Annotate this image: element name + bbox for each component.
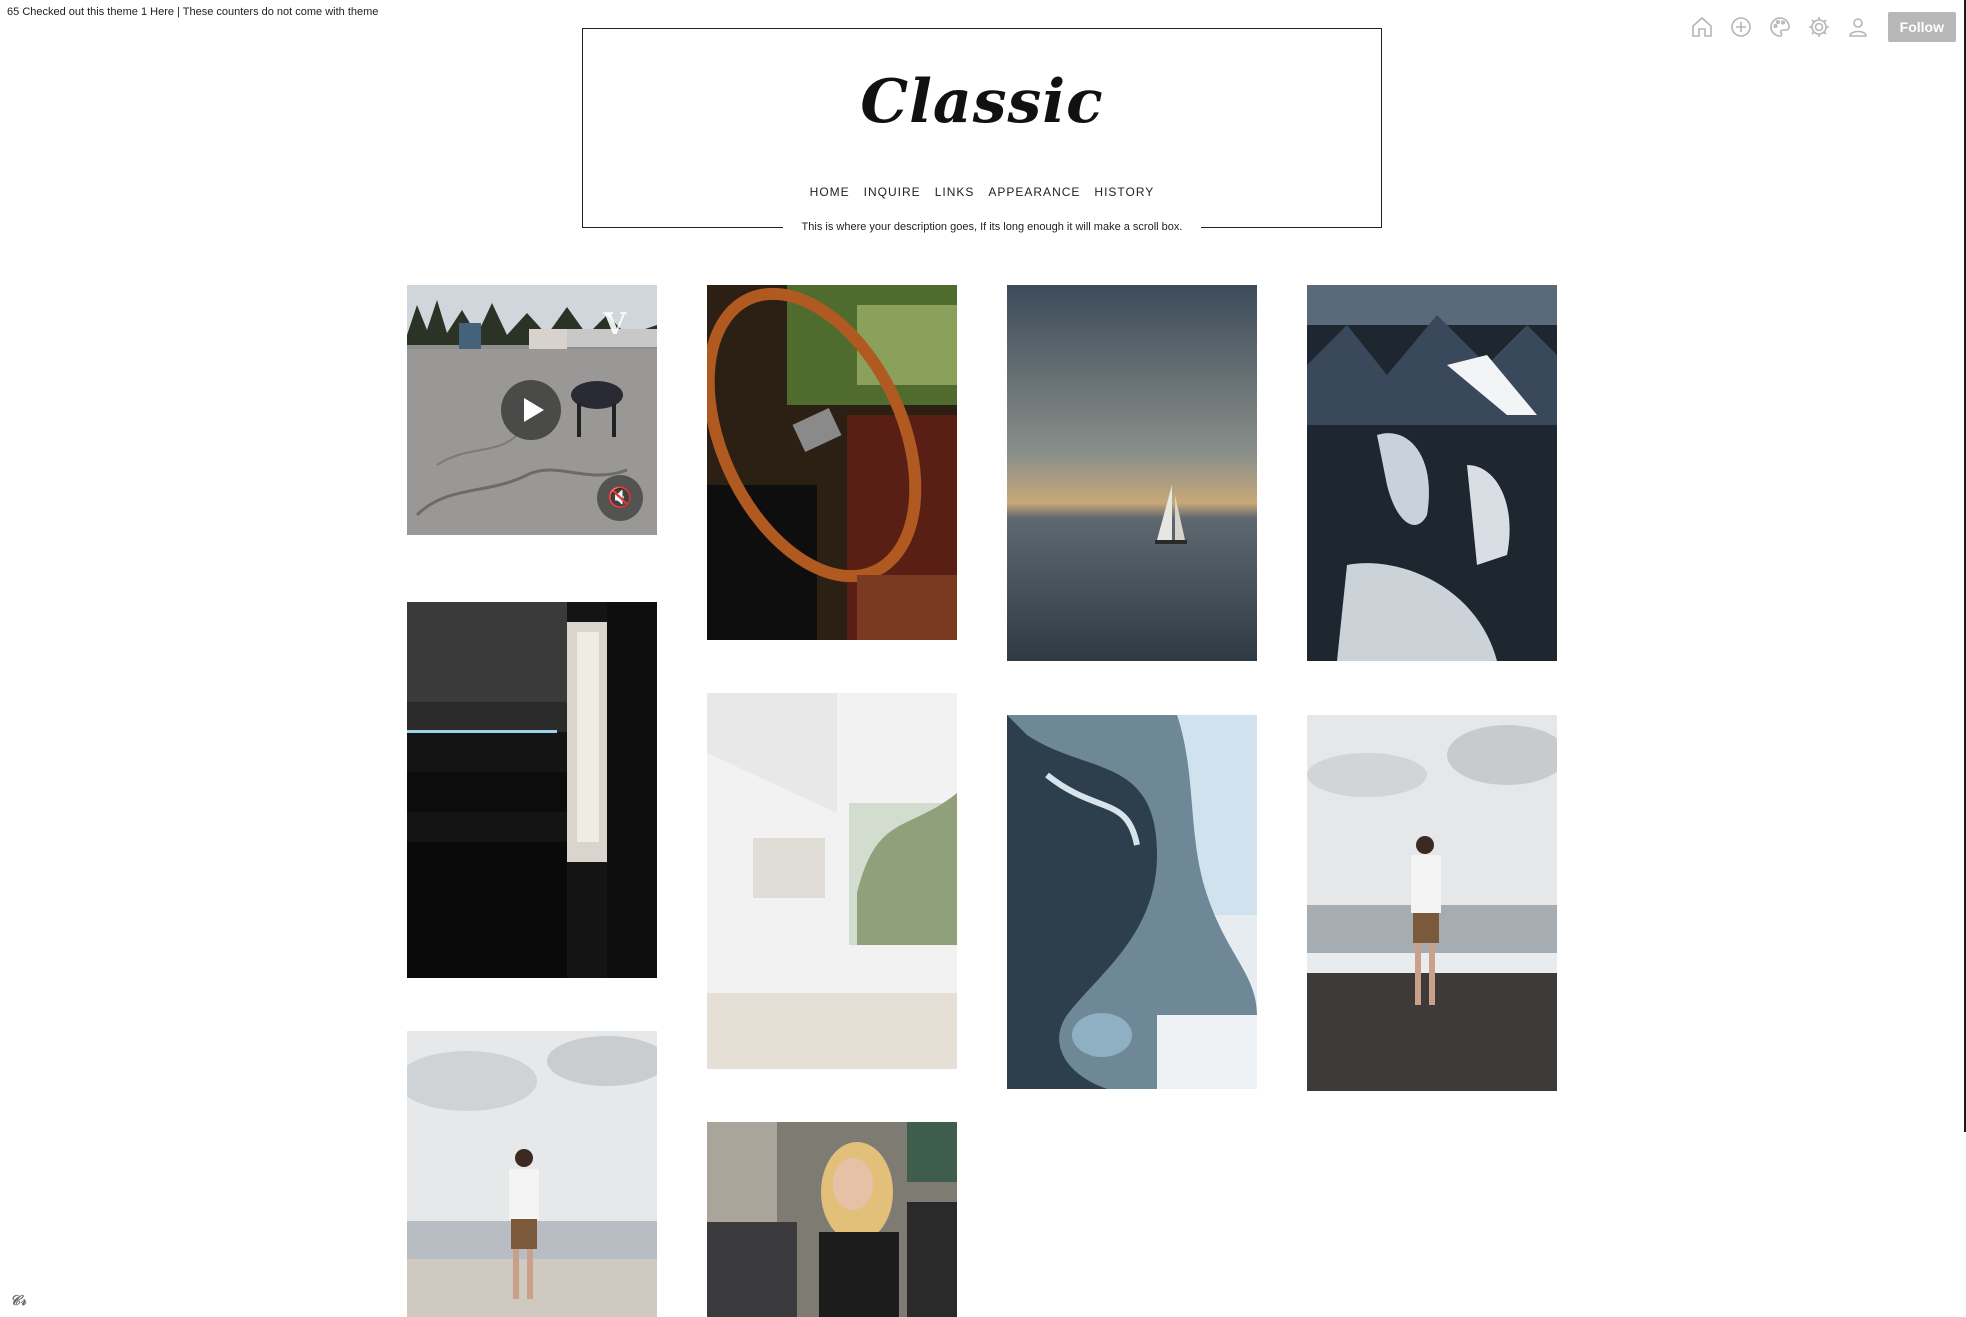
header-box: Classic HOME INQUIRE LINKS APPEARANCE HI… <box>582 28 1382 228</box>
user-icon[interactable] <box>1845 14 1871 40</box>
street-woman-photo <box>707 1122 957 1317</box>
nav-appearance[interactable]: APPEARANCE <box>988 185 1080 199</box>
home-icon[interactable] <box>1689 14 1715 40</box>
counter-link[interactable]: Here <box>150 6 174 18</box>
post-photo[interactable] <box>407 1031 657 1317</box>
follow-button[interactable]: Follow <box>1887 12 1956 42</box>
post-photo[interactable] <box>707 1122 957 1317</box>
counter-note: These counters do not come with theme <box>182 6 379 18</box>
post-photo[interactable] <box>1007 715 1257 1089</box>
post-photo[interactable] <box>407 602 657 978</box>
vine-logo-icon: V <box>603 307 627 342</box>
post-video[interactable]: V 🔇 <box>407 285 657 535</box>
palette-icon[interactable] <box>1767 14 1793 40</box>
mountains-photo <box>1307 285 1557 661</box>
nav-history[interactable]: HISTORY <box>1094 185 1154 199</box>
theme-credit-icon[interactable]: 𝒞𝓇 <box>10 1292 26 1309</box>
post-photo[interactable] <box>1007 285 1257 661</box>
sailboat-photo <box>1007 285 1257 661</box>
blog-title[interactable]: Classic <box>583 67 1381 137</box>
counter-text: Checked out this theme <box>22 6 138 18</box>
main-nav: HOME INQUIRE LINKS APPEARANCE HISTORY <box>583 185 1381 199</box>
steering-wheel-photo <box>707 285 957 640</box>
nav-inquire[interactable]: INQUIRE <box>864 185 921 199</box>
post-photo[interactable] <box>707 285 957 640</box>
wave-photo <box>1007 715 1257 1089</box>
white-room-photo <box>707 693 957 1069</box>
kitchen-photo <box>407 602 657 978</box>
theme-counter: 65 Checked out this theme 1 Here | These… <box>7 6 378 18</box>
post-photo[interactable] <box>1307 285 1557 661</box>
nav-links[interactable]: LINKS <box>935 185 975 199</box>
nav-home[interactable]: HOME <box>810 185 850 199</box>
plus-icon[interactable] <box>1728 14 1754 40</box>
mute-icon[interactable]: 🔇 <box>597 475 643 521</box>
play-icon[interactable] <box>501 380 561 440</box>
man-beach-photo <box>407 1031 657 1317</box>
counter-separator: | <box>177 6 180 18</box>
counter-count: 65 <box>7 6 20 18</box>
gear-icon[interactable] <box>1806 14 1832 40</box>
counter-count2: 1 <box>140 6 148 18</box>
blog-description: This is where your description goes, If … <box>801 221 1183 233</box>
man-beach-photo <box>1307 715 1557 1091</box>
tumblr-controls: Follow <box>1689 12 1956 42</box>
post-photo[interactable] <box>1307 715 1557 1091</box>
post-photo[interactable] <box>707 693 957 1069</box>
